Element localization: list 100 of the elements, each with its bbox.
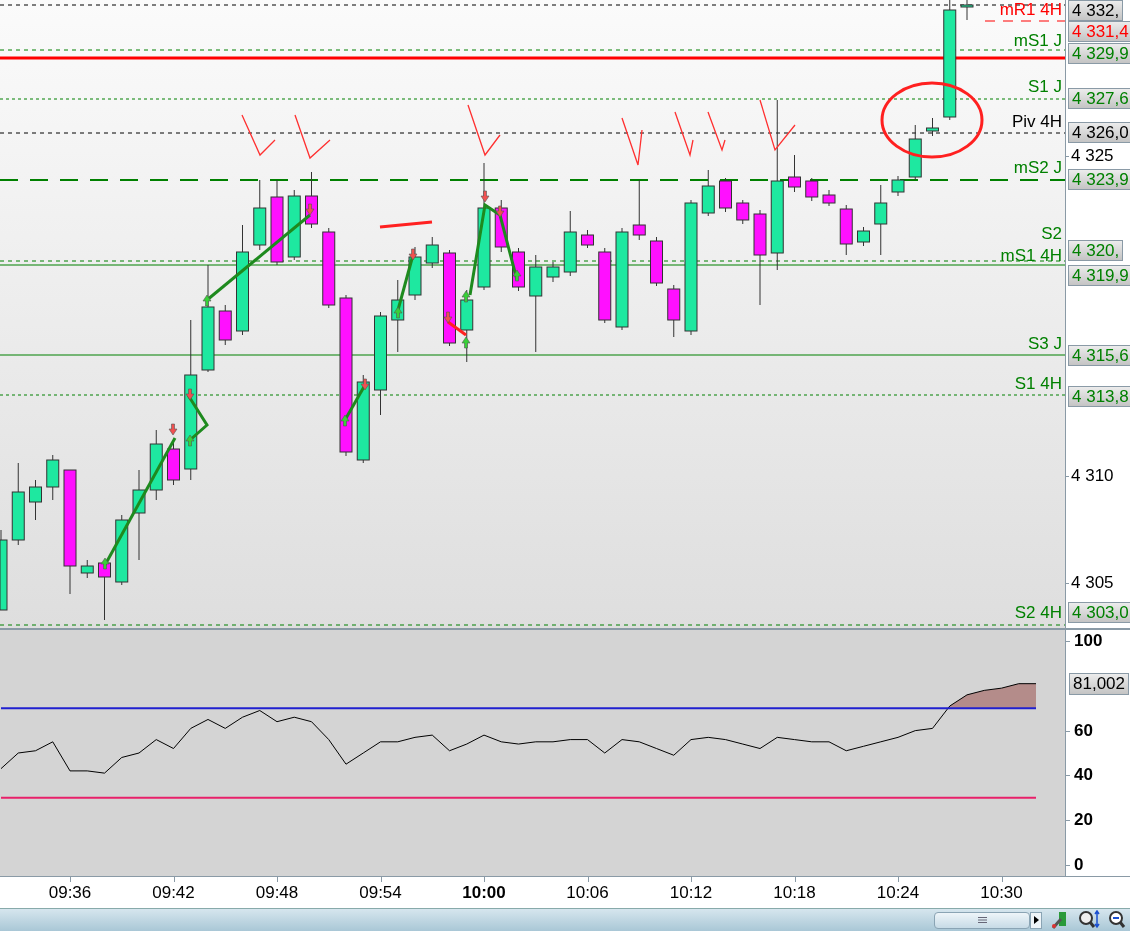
price-level-label: S3 J: [1027, 334, 1062, 353]
price-axis-label: 4 310: [1071, 466, 1114, 486]
candlestick: [788, 154, 801, 193]
candlestick: [408, 246, 422, 301]
value-tag: 81,002: [1069, 673, 1129, 695]
up-arrow-icon: [340, 414, 350, 427]
price-level-label: Piv 4H: [1011, 112, 1062, 131]
candlestick: [650, 236, 663, 287]
price-level-label: mS2 J: [1013, 158, 1062, 177]
candlestick: [701, 169, 715, 217]
price-tag: 4 327,6: [1068, 88, 1130, 109]
scroll-right-button[interactable]: [1030, 911, 1042, 929]
down-arrow-icon: [495, 205, 505, 218]
up-arrow-icon: [202, 294, 212, 307]
price-level-label: mS1 J: [1013, 31, 1062, 50]
line-mark: [379, 220, 433, 229]
up-arrow-icon: [461, 290, 471, 303]
candlestick: [960, 0, 974, 21]
down-arrow-icon: [443, 311, 453, 324]
oscillator-axis-label: 0: [1074, 854, 1084, 875]
v-mark: [467, 104, 501, 157]
v-mark: [674, 111, 694, 158]
vertical-zoom-icon[interactable]: [1078, 910, 1100, 930]
candlestick: [839, 204, 853, 256]
price-tag: 4 320,: [1068, 240, 1124, 261]
candlestick: [563, 210, 577, 277]
candlestick: [632, 179, 646, 241]
down-arrow-icon: [408, 248, 418, 261]
candlestick: [218, 304, 232, 346]
up-arrow-icon: [512, 269, 522, 282]
down-arrow-icon: [185, 388, 195, 401]
price-level-label: mS1 4H: [1000, 246, 1062, 265]
oscillator-axis-label: 20: [1074, 810, 1093, 831]
v-mark: [621, 117, 643, 166]
price-axis-label: 4 305: [1071, 573, 1114, 593]
up-arrow-icon: [393, 306, 403, 319]
up-arrow-icon: [185, 434, 195, 447]
candlestick: [80, 559, 94, 579]
candlestick: [805, 177, 819, 202]
time-axis-label: 10:24: [876, 883, 920, 903]
candlestick: [719, 177, 732, 213]
candlestick: [908, 124, 922, 181]
down-arrow-icon: [168, 423, 178, 436]
down-arrow-icon: [480, 190, 490, 203]
candlestick: [822, 189, 836, 207]
candlestick: [425, 236, 439, 269]
candlestick: [253, 179, 267, 251]
v-mark: [707, 111, 726, 153]
down-arrow-icon: [305, 203, 315, 216]
time-axis-label: 10:06: [566, 883, 609, 903]
candlestick: [857, 226, 870, 247]
scrollbar-thumb[interactable]: [934, 911, 1030, 929]
price-tag: 4 329,9: [1068, 43, 1130, 64]
oscillator-axis-label: 60: [1074, 720, 1093, 741]
time-axis-label: 10:30: [980, 883, 1023, 903]
trend-line: [343, 384, 367, 421]
oscillator-axis-label: 100: [1074, 631, 1103, 652]
price-level-label: S2: [1041, 224, 1062, 243]
price-tag: 4 315,6: [1068, 345, 1130, 366]
candlestick: [667, 284, 681, 338]
price-tag: 4 319,9: [1068, 265, 1130, 286]
price-tag: 4 303,0: [1068, 602, 1130, 623]
price-tag: 4 323,9: [1068, 169, 1130, 190]
price-axis-label: 4 325: [1071, 146, 1114, 166]
down-arrow-icon: [360, 378, 370, 391]
price-level-label: mR1 4H: [999, 0, 1062, 19]
up-arrow-icon: [100, 557, 110, 570]
price-level-label: S1 4H: [1014, 374, 1062, 393]
right-arrow-icon: [1033, 916, 1039, 924]
candlestick: [29, 479, 42, 521]
price-level-label: S2 4H: [1014, 603, 1062, 622]
time-axis-label: 10:00: [462, 883, 506, 903]
candlestick: [46, 454, 60, 501]
v-mark: [759, 99, 796, 152]
oscillator-axis-label: 40: [1074, 765, 1093, 786]
price-tag: 4 313,8: [1068, 386, 1130, 407]
price-tag: 4 326,0: [1068, 122, 1130, 143]
price-tag: 4 332,: [1068, 0, 1124, 21]
candlestick: [149, 429, 163, 501]
candlestick: [736, 199, 750, 225]
time-axis-label: 09:54: [359, 883, 402, 903]
price-level-label: S1 J: [1027, 77, 1062, 96]
time-axis-label: 10:12: [669, 883, 713, 903]
candlestick: [874, 184, 888, 256]
zoom-out-icon[interactable]: [1108, 910, 1126, 930]
price-tag: 4 331,4: [1068, 21, 1130, 42]
candlestick: [926, 117, 939, 137]
candlestick: [891, 175, 905, 197]
candlestick: [546, 261, 560, 283]
line-mark: [447, 320, 467, 337]
v-mark: [294, 114, 331, 160]
time-axis-label: 09:48: [255, 883, 299, 903]
up-arrow-icon: [461, 336, 471, 349]
candlestick: [115, 514, 129, 586]
grip-icon: [977, 917, 987, 923]
candlestick: [581, 229, 594, 249]
time-axis-label: 10:18: [773, 883, 816, 903]
time-axis-label: 09:36: [48, 883, 92, 903]
time-axis-label: 09:42: [152, 883, 195, 903]
candlestick: [287, 189, 301, 261]
